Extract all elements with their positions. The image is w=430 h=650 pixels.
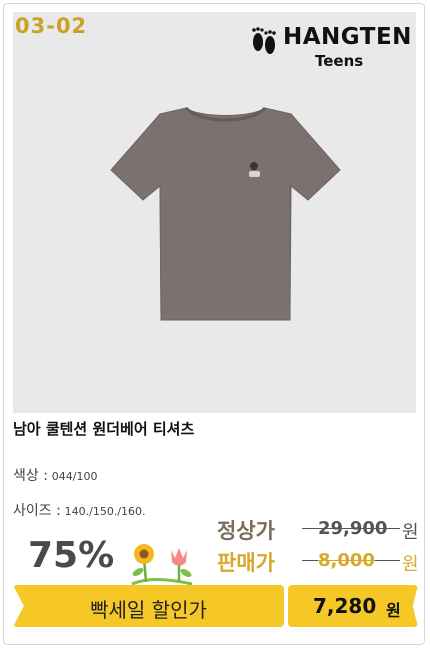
- size-value: 140./150./160.: [64, 505, 146, 518]
- footprints-icon: [252, 27, 276, 54]
- brand-name: HANGTEN: [283, 24, 412, 50]
- sunflower-icon: [134, 544, 154, 564]
- regular-price-won: 원: [402, 522, 419, 543]
- color-label: 색상 :: [13, 468, 48, 484]
- brand-logo: HANGTEN Teens: [241, 20, 411, 72]
- regular-price-value: 29,900: [318, 518, 388, 539]
- sale-price-won: 원: [402, 554, 419, 575]
- flowers-icon: [131, 544, 193, 586]
- flash-sale-price-box[interactable]: 7,280 원: [288, 585, 418, 627]
- sale-price-label: 판매가: [217, 551, 275, 575]
- flash-sale-label: 빡세일 할인가: [90, 598, 207, 622]
- tulip-icon: [171, 548, 187, 566]
- flash-sale-banner[interactable]: 빡세일 할인가: [13, 585, 284, 627]
- sale-price-value: 8,000: [318, 550, 375, 571]
- regular-price-label: 정상가: [217, 519, 275, 543]
- color-value: 044/100: [51, 470, 98, 483]
- brand-subline: Teens: [315, 52, 364, 70]
- flash-sale-won: 원: [386, 601, 401, 620]
- product-code: 03-02: [15, 14, 88, 38]
- size-label: 사이즈 :: [13, 503, 61, 519]
- product-image[interactable]: 03-02 HANGTEN Teens: [13, 12, 416, 413]
- product-title[interactable]: 남아 쿨텐션 원더베어 티셔츠: [13, 418, 194, 439]
- color-row: 색상 : 044/100: [13, 465, 97, 485]
- size-row: 사이즈 : 140./150./160.: [13, 500, 146, 520]
- flash-sale-price: 7,280: [313, 594, 377, 618]
- tshirt-image: [110, 106, 341, 321]
- discount-rate: 75%: [28, 535, 115, 576]
